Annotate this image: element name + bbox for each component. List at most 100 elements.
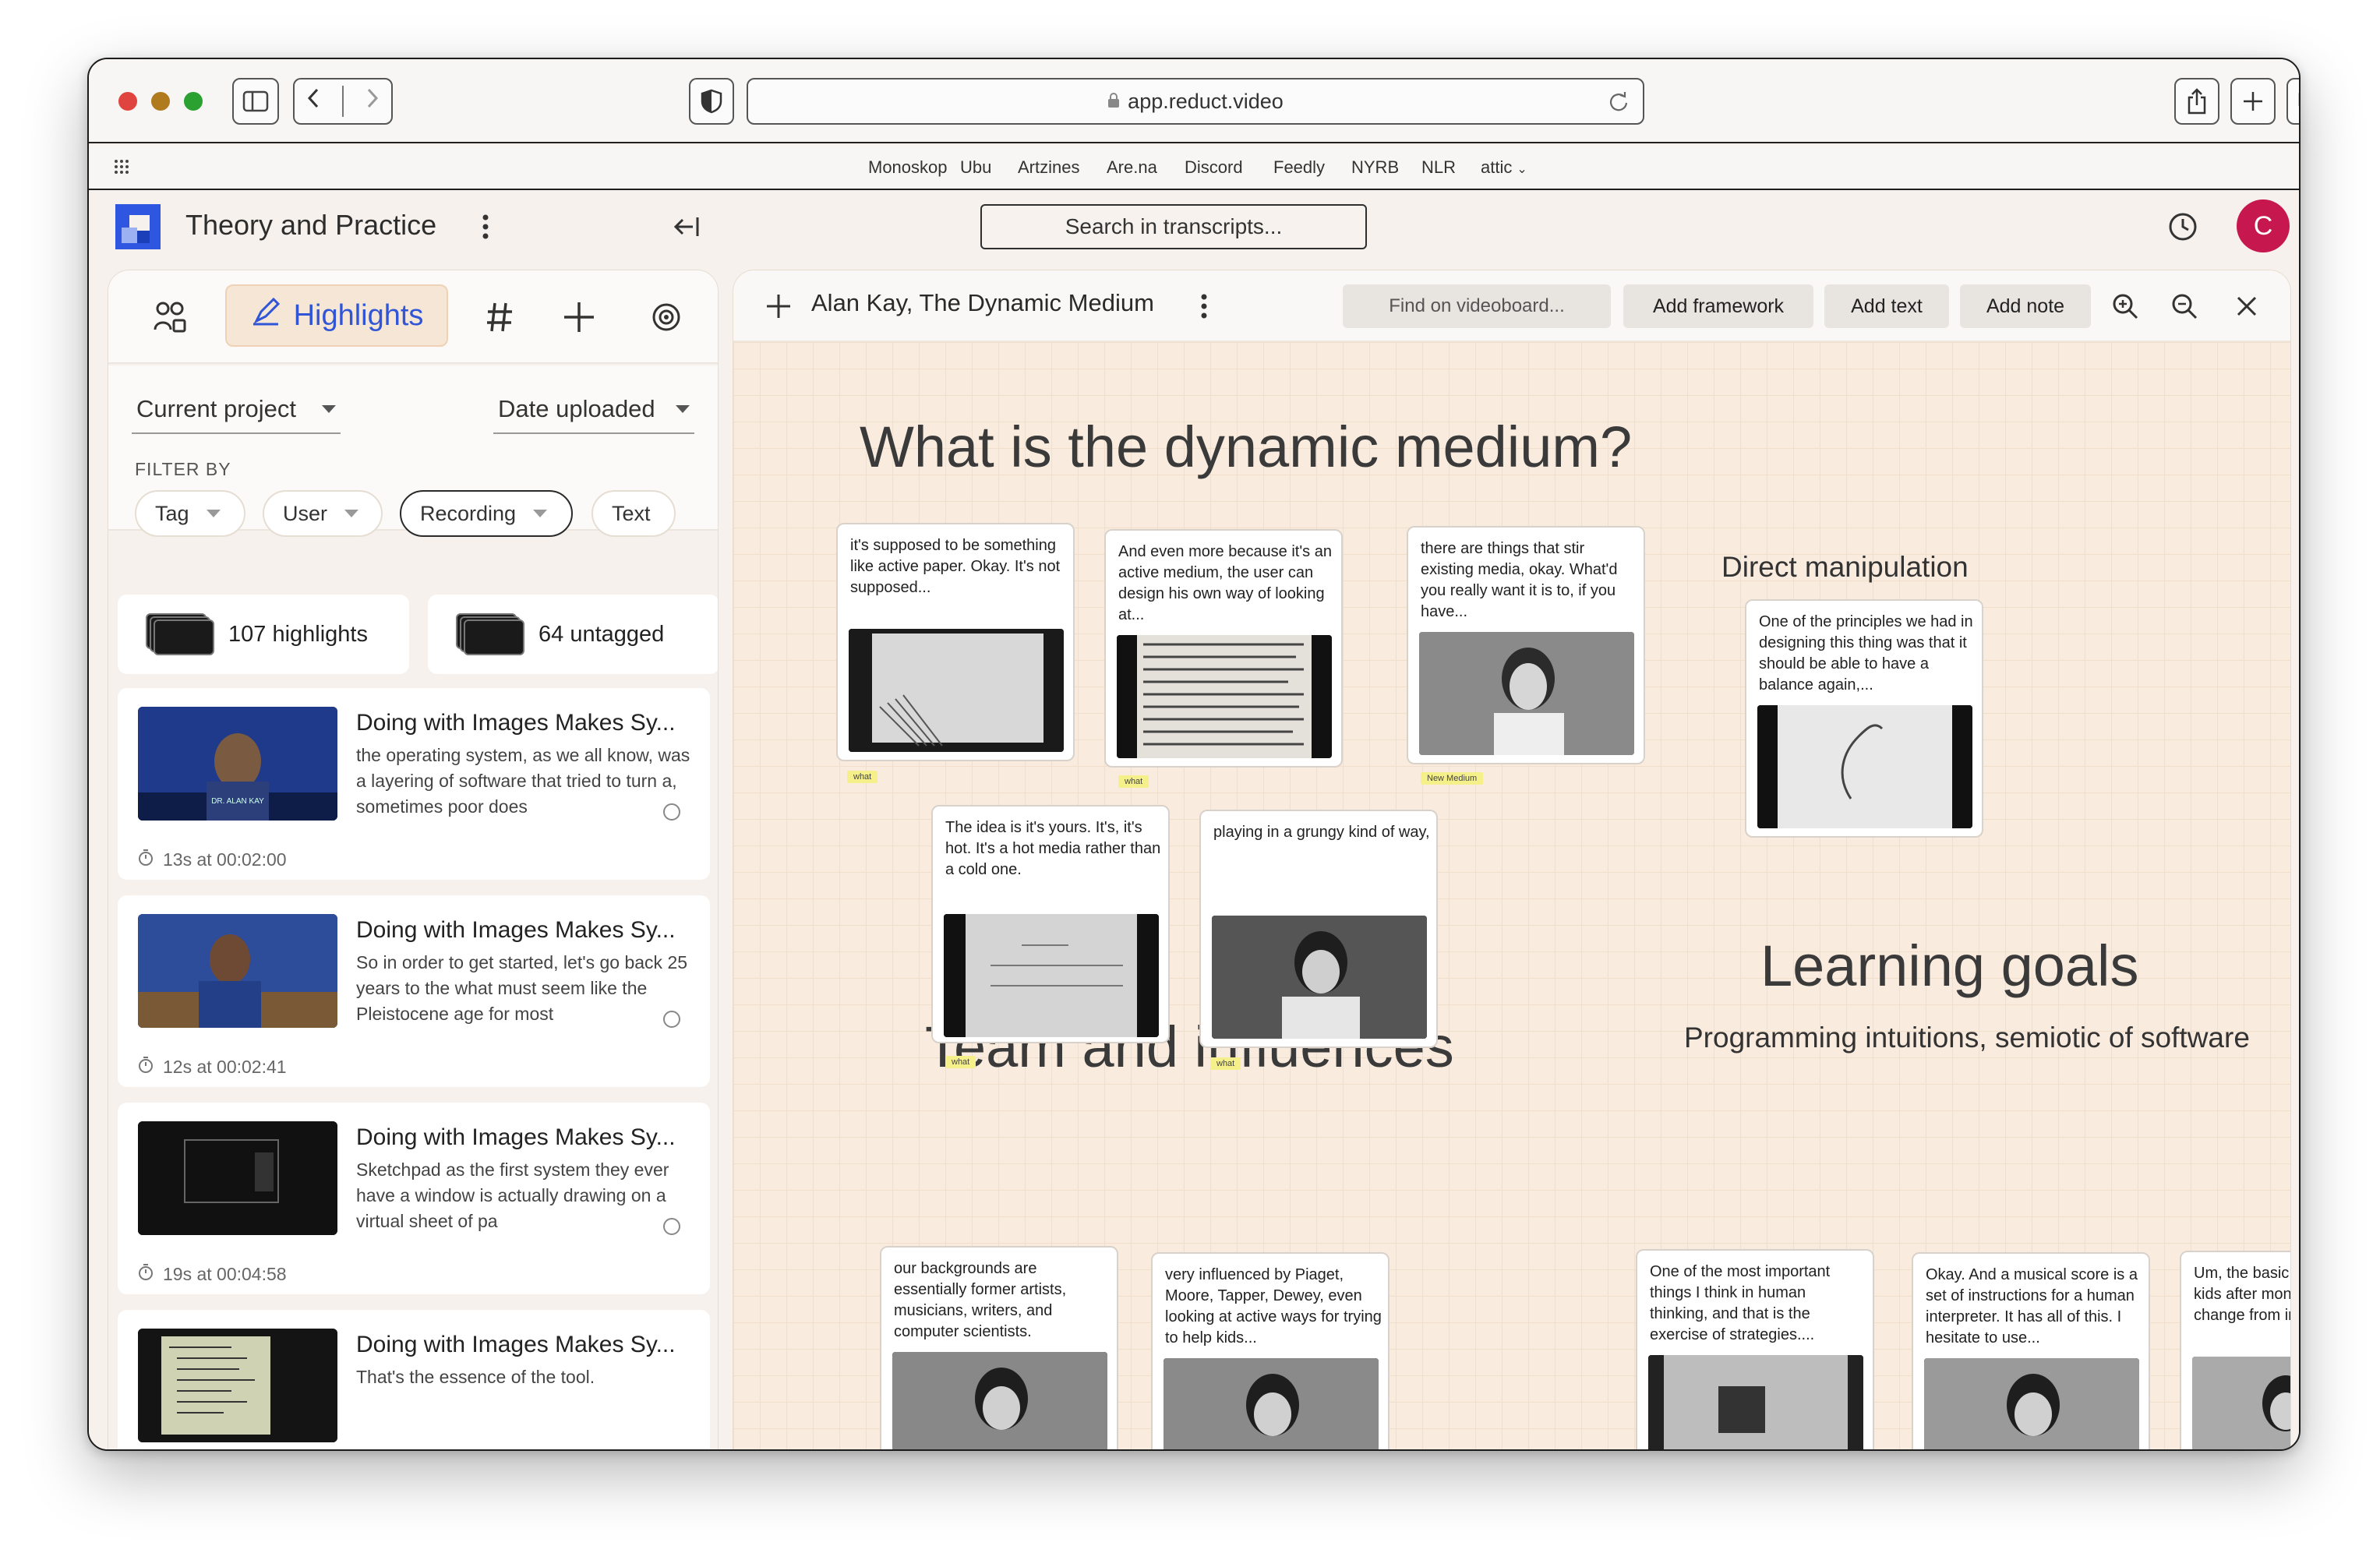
clip-card[interactable]: Um, the basic c in the kids after months…: [2180, 1251, 2290, 1449]
filter-chip-text[interactable]: Text: [591, 490, 676, 537]
add-board-plus-icon[interactable]: [763, 291, 794, 322]
zoom-in-icon[interactable]: [2106, 288, 2144, 325]
project-title[interactable]: Theory and Practice: [185, 209, 436, 242]
maximize-window-button[interactable]: [184, 92, 203, 111]
clip-video-thumbnail: [1757, 705, 1972, 828]
select-circle-icon[interactable]: [663, 1218, 680, 1235]
highlight-title: Doing with Images Makes Sy...: [356, 1332, 676, 1357]
clip-tag[interactable]: what: [847, 771, 878, 783]
highlight-card[interactable]: Doing with Images Makes Sy... Sketchpad …: [118, 1103, 710, 1294]
transcript-search-input[interactable]: Search in transcripts...: [980, 204, 1367, 249]
filter-chip-recording[interactable]: Recording: [400, 490, 573, 537]
forward-icon[interactable]: [365, 86, 380, 116]
filter-panel: Current project Date uploaded FILTER BY …: [108, 365, 718, 537]
framework-heading[interactable]: Learning goals: [1760, 933, 2138, 999]
video-thumbnail: [138, 914, 337, 1028]
video-stack-icon: [456, 613, 524, 655]
bookmark-folder-attic[interactable]: attic ⌄: [1481, 157, 1527, 178]
framework-heading[interactable]: Direct manipulation: [1721, 551, 1969, 584]
tab-overview-icon[interactable]: [2286, 78, 2299, 125]
clip-card[interactable]: there are things that stir existing medi…: [1407, 526, 1645, 764]
clip-tag[interactable]: what: [945, 1056, 976, 1068]
filter-chip-tag[interactable]: Tag: [135, 490, 245, 537]
tab-people-icon[interactable]: [147, 294, 194, 341]
highlight-card[interactable]: Doing with Images Makes Sy... That's the…: [118, 1310, 710, 1449]
new-tab-icon[interactable]: [2230, 78, 2276, 125]
clip-transcript: there are things that stir existing medi…: [1421, 540, 1618, 620]
bookmarks-bar: Monoskop Ubu Artzines Are.na Discord Fee…: [89, 145, 2299, 190]
project-menu-icon[interactable]: [474, 207, 497, 246]
highlight-card[interactable]: Doing with Images Makes Sy... So in orde…: [118, 895, 710, 1087]
highlight-excerpt: That's the essence of the tool.: [356, 1367, 595, 1387]
bookmark-link[interactable]: Ubu: [960, 157, 991, 178]
tab-highlights[interactable]: Highlights: [225, 284, 448, 347]
chevron-down-icon: [344, 510, 359, 517]
clip-card[interactable]: One of the most important things I think…: [1636, 1249, 1874, 1449]
clip-card[interactable]: playing in a grungy kind of way,: [1199, 810, 1438, 1048]
chevron-down-icon: [206, 510, 221, 517]
clip-card[interactable]: it's supposed to be something like activ…: [836, 523, 1075, 761]
untagged-count-button[interactable]: 64 untagged: [428, 595, 718, 674]
clip-card[interactable]: And even more because it's an active med…: [1104, 529, 1343, 768]
apps-grid-icon[interactable]: [114, 159, 132, 180]
bookmark-link[interactable]: Monoskop: [868, 157, 948, 178]
clip-tag[interactable]: what: [1118, 775, 1149, 788]
close-board-icon[interactable]: [2228, 288, 2265, 325]
zoom-out-icon[interactable]: [2166, 288, 2203, 325]
tab-tags-hash-icon[interactable]: [476, 294, 523, 341]
highlights-count-button[interactable]: 107 highlights: [118, 595, 409, 674]
nav-buttons: [293, 78, 393, 125]
highlight-card[interactable]: DR. ALAN KAY Doing with Images Makes Sy.…: [118, 688, 710, 880]
videoboard-title[interactable]: Alan Kay, The Dynamic Medium: [811, 289, 1154, 317]
clip-video-thumbnail: [892, 1352, 1107, 1449]
close-window-button[interactable]: [118, 92, 137, 111]
clip-card[interactable]: Okay. And a musical score is a set of in…: [1912, 1252, 2150, 1449]
collapse-sidebar-icon[interactable]: [669, 209, 704, 245]
bookmark-link[interactable]: NYRB: [1351, 157, 1399, 178]
clip-card[interactable]: our backgrounds are essentially former a…: [880, 1246, 1118, 1449]
add-note-button[interactable]: Add note: [1960, 284, 2091, 328]
tab-target-icon[interactable]: [643, 294, 690, 341]
tab-add-plus-icon[interactable]: [556, 294, 602, 341]
clip-card[interactable]: One of the principles we had in designin…: [1745, 599, 1983, 838]
clip-tag[interactable]: New Medium: [1421, 772, 1484, 785]
bookmark-link[interactable]: Feedly: [1273, 157, 1325, 178]
add-framework-button[interactable]: Add framework: [1623, 284, 1813, 328]
find-on-videoboard-input[interactable]: Find on videoboard...: [1343, 284, 1611, 328]
scope-dropdown[interactable]: Current project: [132, 386, 341, 434]
videoboard-canvas[interactable]: What is the dynamic medium? Direct manip…: [733, 342, 2290, 1449]
share-icon[interactable]: [2174, 78, 2219, 125]
add-text-button[interactable]: Add text: [1824, 284, 1949, 328]
board-menu-icon[interactable]: [1195, 289, 1213, 323]
filter-chip-user[interactable]: User: [263, 490, 383, 537]
browser-toolbar: app.reduct.video: [89, 59, 2299, 143]
clip-transcript: it's supposed to be something like activ…: [850, 537, 1061, 596]
bookmark-link[interactable]: NLR: [1421, 157, 1456, 178]
back-icon[interactable]: [305, 86, 321, 116]
highlights-sidebar: Highlights Current project Date uploaded: [108, 270, 719, 1449]
framework-heading[interactable]: What is the dynamic medium?: [860, 414, 1632, 480]
minimize-window-button[interactable]: [151, 92, 170, 111]
video-stack-icon: [146, 613, 214, 655]
reload-icon[interactable]: [1608, 90, 1629, 118]
address-bar[interactable]: app.reduct.video: [747, 78, 1644, 125]
clip-video-thumbnail: [944, 914, 1159, 1037]
bookmark-link[interactable]: Discord: [1185, 157, 1243, 178]
clip-video-thumbnail: [1924, 1358, 2139, 1449]
highlight-excerpt: the operating system, as we all know, wa…: [356, 745, 690, 817]
bookmark-link[interactable]: Are.na: [1107, 157, 1157, 178]
scope-dropdown-label: Current project: [136, 395, 297, 422]
user-avatar[interactable]: C: [2237, 199, 2290, 252]
reduct-logo-icon[interactable]: [115, 204, 161, 249]
clip-card[interactable]: very influenced by Piaget, Moore, Tapper…: [1151, 1252, 1390, 1449]
sort-dropdown[interactable]: Date uploaded: [493, 386, 694, 434]
select-circle-icon[interactable]: [663, 1011, 680, 1028]
clip-card[interactable]: The idea is it's yours. It's, it's hot. …: [931, 805, 1170, 1043]
select-circle-icon[interactable]: [663, 803, 680, 821]
sidebar-toggle-icon[interactable]: [232, 78, 279, 125]
clip-tag[interactable]: what: [1210, 1057, 1241, 1070]
privacy-shield-icon[interactable]: [689, 78, 734, 125]
bookmark-link[interactable]: Artzines: [1018, 157, 1079, 178]
framework-subheading[interactable]: Programming intuitions, semiotic of soft…: [1684, 1022, 2250, 1054]
history-clock-icon[interactable]: [2165, 209, 2201, 245]
